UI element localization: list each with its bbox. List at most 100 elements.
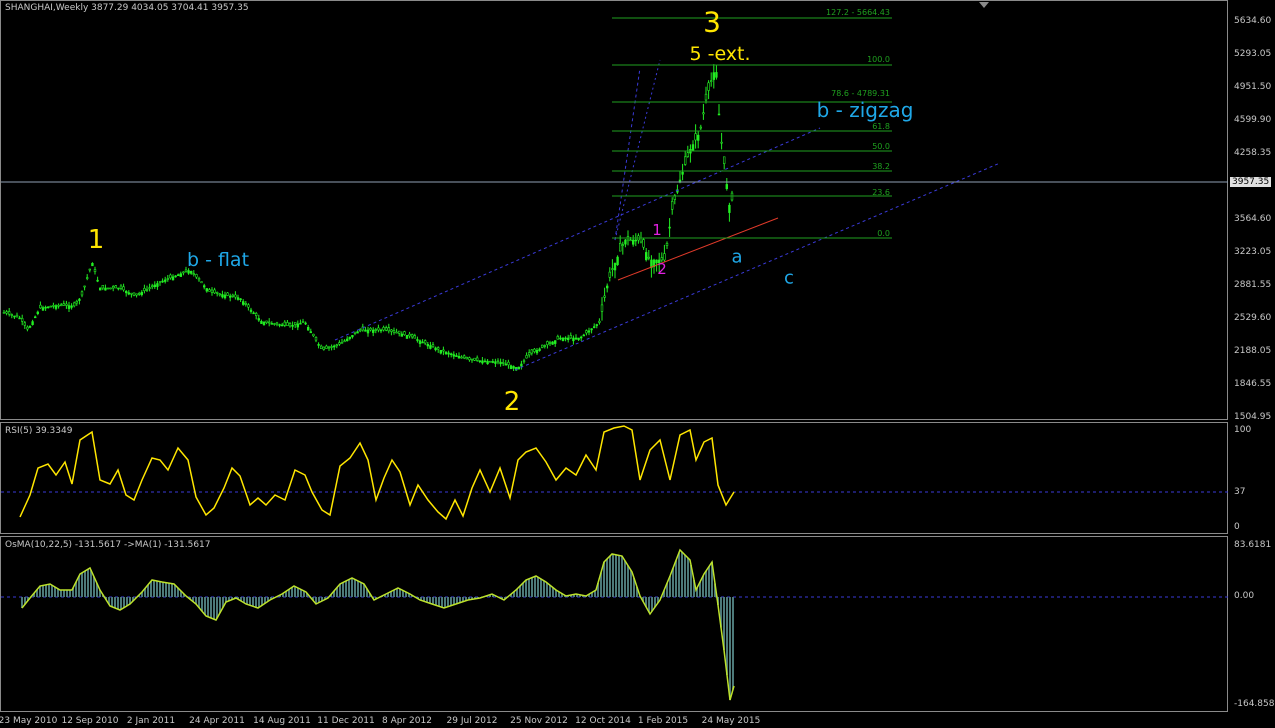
candle-body xyxy=(345,338,349,342)
wave-label-3: 3 xyxy=(703,5,721,39)
candle-body xyxy=(384,327,388,331)
candle-body xyxy=(527,352,531,356)
osma-bar xyxy=(216,597,218,619)
candle-body xyxy=(351,334,354,338)
candle-body xyxy=(267,321,271,324)
candle-body xyxy=(112,285,115,289)
osma-bar xyxy=(81,572,83,597)
candle-body xyxy=(122,286,125,291)
candle-body xyxy=(579,336,583,339)
candle-body xyxy=(494,361,497,364)
candle-body xyxy=(335,344,338,347)
candle-body xyxy=(436,347,440,350)
candle-body xyxy=(605,285,609,289)
candle-body xyxy=(452,354,455,357)
candle-body xyxy=(257,318,260,321)
candle-body xyxy=(325,345,328,349)
candle-body xyxy=(598,320,601,323)
candle-body xyxy=(75,300,79,304)
osma-bar xyxy=(615,554,617,597)
candle-body xyxy=(270,323,273,325)
osma-bar xyxy=(729,597,731,700)
wave-label-b-flat: b - flat xyxy=(186,249,250,271)
candle-body xyxy=(722,156,726,164)
candle-body xyxy=(340,341,344,344)
chart-window[interactable]: SHANGHAI,Weekly 3877.29 4034.05 3704.41 … xyxy=(0,0,1275,728)
fib-label: 100.0 xyxy=(867,55,890,64)
candle-body xyxy=(540,344,544,348)
osma-bar xyxy=(291,587,293,597)
candle-body xyxy=(148,287,151,289)
candle-body xyxy=(439,349,442,354)
candle-body xyxy=(330,346,333,348)
candle-body xyxy=(577,337,580,340)
candle-body xyxy=(317,344,320,346)
candle-body xyxy=(522,360,526,363)
candle-body xyxy=(275,322,279,325)
osma-bar xyxy=(444,597,446,608)
candle-body xyxy=(507,361,510,366)
osma-bar xyxy=(681,552,683,597)
candle-body xyxy=(717,113,721,116)
candle-body xyxy=(338,342,341,345)
candle-body xyxy=(286,322,289,327)
candle-body xyxy=(556,336,560,340)
wave-label-a: a xyxy=(731,246,743,268)
candle-body xyxy=(418,340,422,344)
wave-label-c: c xyxy=(784,267,794,289)
osma-bar xyxy=(42,585,44,597)
candle-body xyxy=(18,317,21,320)
subwave-label-1: 1 xyxy=(652,221,662,239)
candle-body xyxy=(704,93,708,101)
candle-body xyxy=(109,287,112,290)
candle-body xyxy=(475,357,479,361)
fibonacci-retracement xyxy=(612,17,892,239)
candle-body xyxy=(169,274,172,279)
candle-body xyxy=(691,144,695,152)
fib-label: 61.8 xyxy=(872,122,890,131)
wave-label-2: 2 xyxy=(503,387,521,417)
candle-body xyxy=(374,329,377,331)
candle-body xyxy=(465,356,468,360)
candle-body xyxy=(283,321,286,326)
candle-body xyxy=(91,262,94,267)
candle-body xyxy=(265,320,268,323)
candle-body xyxy=(125,290,128,294)
osma-bar xyxy=(117,597,119,610)
osma-bar xyxy=(705,571,707,597)
candle-body xyxy=(145,288,149,291)
shift-marker-icon[interactable] xyxy=(979,2,989,8)
candle-body xyxy=(665,243,669,247)
osma-bar xyxy=(252,597,254,607)
candle-body xyxy=(33,316,37,319)
candle-body xyxy=(512,366,515,369)
candle-body xyxy=(429,345,432,349)
candle-body xyxy=(725,184,729,189)
candle-body xyxy=(699,126,703,129)
candle-body xyxy=(203,285,206,288)
candle-body xyxy=(634,239,638,242)
candle-body xyxy=(348,336,351,339)
candle-body xyxy=(67,305,71,309)
osma-bar xyxy=(297,588,299,597)
date-label: 11 Dec 2011 xyxy=(317,716,375,726)
candle-body xyxy=(371,329,375,333)
osma-bar xyxy=(360,582,362,597)
candle-body xyxy=(192,273,195,275)
candle-body xyxy=(533,348,536,352)
osma-bar xyxy=(249,597,251,606)
candle-body xyxy=(216,292,219,294)
candle-body xyxy=(468,357,471,361)
osma-bar xyxy=(78,576,80,597)
osma-bar xyxy=(342,582,344,597)
candle-body xyxy=(213,289,216,294)
candle-body xyxy=(520,363,523,367)
osma-bar xyxy=(618,555,620,597)
candle-body xyxy=(239,298,242,301)
candle-body xyxy=(582,334,586,337)
candle-body xyxy=(262,321,266,326)
date-label: 8 Apr 2012 xyxy=(382,716,432,726)
candle-body xyxy=(23,322,26,326)
osma-bar xyxy=(357,581,359,597)
candle-body xyxy=(57,304,60,307)
